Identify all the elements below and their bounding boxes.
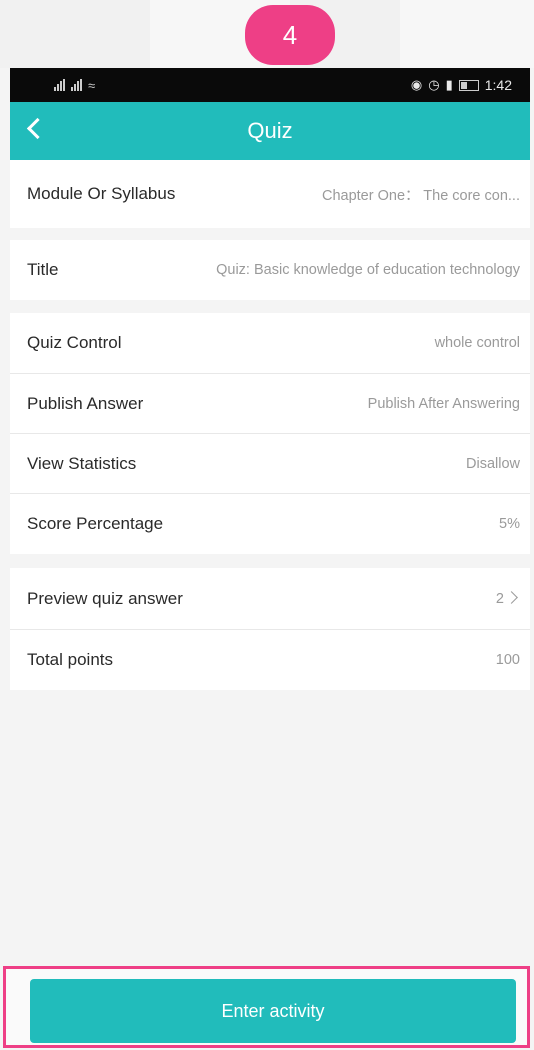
status-right-icons: ◉ ◷ ▮ 1:42: [411, 77, 512, 93]
signal-icon: [54, 79, 65, 91]
chevron-right-icon: [505, 591, 518, 605]
total-points-row: Total points 100: [10, 630, 530, 690]
footer-highlight: Enter activity: [3, 966, 530, 1048]
view-statistics-label: View Statistics: [27, 453, 137, 473]
title-label: Title: [27, 260, 59, 279]
total-points-label: Total points: [27, 650, 113, 669]
publish-answer-row: Publish Answer Publish After Answering: [10, 374, 530, 433]
wifi-icon: ≈: [88, 77, 96, 93]
title-row: Title Quiz: Basic knowledge of education…: [10, 240, 530, 300]
quiz-detail-list: Module Or Syllabus Chapter One： The core…: [10, 160, 530, 1010]
score-percentage-value: 5%: [499, 516, 520, 532]
status-left-icons: ≈: [54, 78, 95, 93]
preview-quiz-answer-value-wrap: 2: [496, 591, 520, 607]
eye-icon: ◉: [410, 77, 423, 92]
module-label: Module Or Syllabus: [27, 184, 176, 203]
module-value: Chapter One： The core con...: [321, 187, 520, 204]
signal-icon: [71, 79, 82, 91]
status-bar: ≈ ◉ ◷ ▮ 1:42: [10, 68, 530, 102]
title-value: Quiz: Basic knowledge of education techn…: [216, 262, 520, 278]
vibrate-icon: ▮: [445, 77, 453, 92]
quiz-control-label: Quiz Control: [27, 333, 122, 352]
total-points-value: 100: [495, 652, 520, 668]
publish-answer-label: Publish Answer: [27, 393, 144, 413]
page-title: Quiz: [247, 118, 293, 143]
module-row: Module Or Syllabus Chapter One： The core…: [10, 160, 530, 228]
score-percentage-label: Score Percentage: [27, 514, 164, 533]
preview-quiz-answer-count: 2: [495, 590, 504, 607]
publish-answer-value: Publish After Answering: [367, 395, 520, 412]
step-badge: 4: [245, 5, 335, 65]
score-percentage-row: Score Percentage 5%: [10, 494, 530, 554]
preview-quiz-answer-label: Preview quiz answer: [27, 588, 183, 608]
preview-quiz-answer-row[interactable]: Preview quiz answer 2: [10, 568, 530, 629]
background-shape: [400, 0, 534, 68]
quiz-control-value: whole control: [434, 335, 520, 351]
battery-icon: [458, 79, 479, 91]
nav-bar: Quiz: [10, 102, 530, 160]
enter-activity-button[interactable]: Enter activity: [30, 979, 516, 1043]
alarm-icon: ◷: [428, 77, 440, 92]
view-statistics-row: View Statistics Disallow: [10, 434, 530, 493]
status-time: 1:42: [484, 77, 512, 93]
quiz-control-row: Quiz Control whole control: [10, 313, 530, 373]
view-statistics-value: Disallow: [466, 455, 520, 472]
